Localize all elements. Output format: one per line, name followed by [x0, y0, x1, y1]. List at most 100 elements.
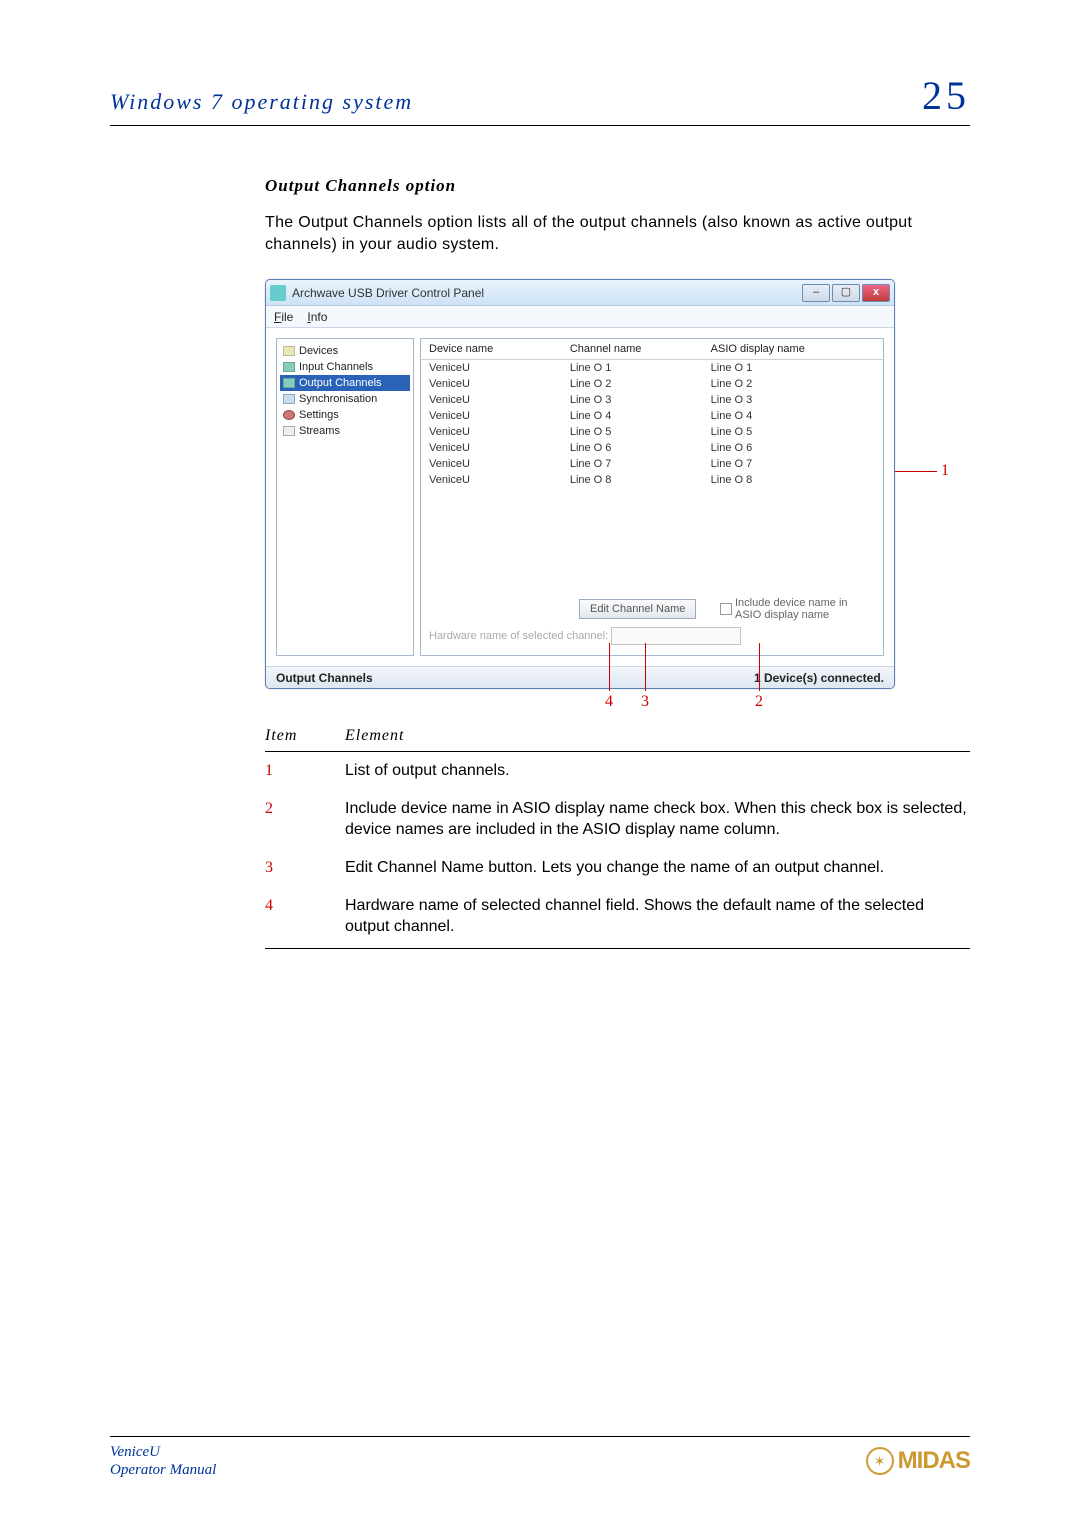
status-left: Output Channels [276, 671, 373, 685]
item-description: Hardware name of selected channel field.… [345, 887, 970, 949]
cell-asio: Line O 1 [711, 362, 875, 374]
th-item: Item [265, 723, 345, 752]
input-channels-icon [283, 362, 295, 372]
statusbar: Output Channels 1 Device(s) connected. [266, 666, 894, 688]
list-row[interactable]: VeniceULine O 8Line O 8 [421, 472, 883, 488]
intro-paragraph: The Output Channels option lists all of … [265, 212, 970, 255]
minimize-button[interactable]: – [802, 284, 830, 302]
tree-label: Devices [299, 345, 338, 357]
include-device-name-checkbox[interactable]: Include device name in ASIO display name [720, 597, 875, 621]
window-title: Archwave USB Driver Control Panel [292, 286, 802, 300]
tree-synchronisation[interactable]: Synchronisation [280, 391, 410, 407]
cell-channel: Line O 4 [570, 410, 711, 422]
nav-tree: Devices Input Channels Output Channels S… [276, 338, 414, 656]
sync-icon [283, 394, 295, 404]
tree-label: Settings [299, 409, 339, 421]
item-description: Include device name in ASIO display name… [345, 790, 970, 849]
cell-channel: Line O 6 [570, 442, 711, 454]
cell-channel: Line O 5 [570, 426, 711, 438]
cell-channel: Line O 7 [570, 458, 711, 470]
checkbox-icon [720, 603, 732, 615]
cell-channel: Line O 3 [570, 394, 711, 406]
cell-asio: Line O 3 [711, 394, 875, 406]
close-button[interactable]: x [862, 284, 890, 302]
settings-icon [283, 410, 295, 420]
list-row[interactable]: VeniceULine O 5Line O 5 [421, 424, 883, 440]
cell-channel: Line O 8 [570, 474, 711, 486]
cell-asio: Line O 6 [711, 442, 875, 454]
footer-subtitle: Operator Manual [110, 1461, 216, 1479]
callout-number-2: 2 [755, 693, 763, 711]
callout-line-2 [759, 643, 760, 691]
cell-asio: Line O 7 [711, 458, 875, 470]
table-row: 4Hardware name of selected channel field… [265, 887, 970, 949]
col-channel-name[interactable]: Channel name [570, 343, 711, 355]
cell-device: VeniceU [429, 474, 570, 486]
status-right: 1 Device(s) connected. [754, 671, 884, 685]
hw-name-field[interactable] [611, 627, 741, 645]
cell-channel: Line O 1 [570, 362, 711, 374]
tree-settings[interactable]: Settings [280, 407, 410, 423]
channel-list-pane: Device name Channel name ASIO display na… [420, 338, 884, 656]
cell-device: VeniceU [429, 394, 570, 406]
header-title: Windows 7 operating system [110, 89, 413, 115]
item-description: Edit Channel Name button. Lets you chang… [345, 849, 970, 887]
list-header: Device name Channel name ASIO display na… [421, 339, 883, 360]
item-number: 2 [265, 790, 345, 849]
tree-label: Input Channels [299, 361, 373, 373]
cell-asio: Line O 2 [711, 378, 875, 390]
tree-streams[interactable]: Streams [280, 423, 410, 439]
edit-channel-name-button[interactable]: Edit Channel Name [579, 599, 696, 619]
menu-file[interactable]: File [274, 310, 293, 324]
item-number: 3 [265, 849, 345, 887]
tree-output-channels[interactable]: Output Channels [280, 375, 410, 391]
maximize-button[interactable]: ▢ [832, 284, 860, 302]
list-row[interactable]: VeniceULine O 4Line O 4 [421, 408, 883, 424]
cell-asio: Line O 5 [711, 426, 875, 438]
midas-logo: ✶ MIDAS [866, 1447, 970, 1475]
tree-input-channels[interactable]: Input Channels [280, 359, 410, 375]
list-row[interactable]: VeniceULine O 2Line O 2 [421, 376, 883, 392]
page-number: 25 [922, 72, 970, 119]
callout-line-4 [609, 643, 610, 691]
app-icon [270, 285, 286, 301]
page-footer: VeniceU Operator Manual ✶ MIDAS [110, 1436, 970, 1479]
list-row[interactable]: VeniceULine O 1Line O 1 [421, 360, 883, 376]
logo-text: MIDAS [898, 1447, 970, 1475]
col-device-name[interactable]: Device name [429, 343, 570, 355]
cell-device: VeniceU [429, 442, 570, 454]
callout-line-3 [645, 643, 646, 691]
table-row: 1List of output channels. [265, 752, 970, 790]
callout-number-1: 1 [941, 462, 949, 480]
app-window: Archwave USB Driver Control Panel – ▢ x … [265, 279, 895, 689]
menu-info[interactable]: Info [307, 310, 327, 324]
cell-channel: Line O 2 [570, 378, 711, 390]
item-number: 1 [265, 752, 345, 790]
callout-number-3: 3 [641, 693, 649, 711]
logo-icon: ✶ [866, 1447, 894, 1475]
table-row: 2Include device name in ASIO display nam… [265, 790, 970, 849]
cell-device: VeniceU [429, 362, 570, 374]
list-row[interactable]: VeniceULine O 7Line O 7 [421, 456, 883, 472]
table-row: 3Edit Channel Name button. Lets you chan… [265, 849, 970, 887]
checkbox-label: Include device name in ASIO display name [735, 597, 875, 621]
page-header: Windows 7 operating system 25 [110, 72, 970, 126]
hw-name-label: Hardware name of selected channel: [429, 630, 608, 642]
list-row[interactable]: VeniceULine O 6Line O 6 [421, 440, 883, 456]
list-row[interactable]: VeniceULine O 3Line O 3 [421, 392, 883, 408]
tree-label: Synchronisation [299, 393, 377, 405]
tree-label: Streams [299, 425, 340, 437]
cell-asio: Line O 4 [711, 410, 875, 422]
col-asio-name[interactable]: ASIO display name [711, 343, 875, 355]
cell-asio: Line O 8 [711, 474, 875, 486]
item-number: 4 [265, 887, 345, 949]
streams-icon [283, 426, 295, 436]
menubar: File Info [266, 306, 894, 328]
section-heading: Output Channels option [265, 176, 970, 196]
elements-table: Item Element 1List of output channels.2I… [265, 723, 970, 949]
callout-number-4: 4 [605, 693, 613, 711]
output-channels-icon [283, 378, 295, 388]
tree-label: Output Channels [299, 377, 382, 389]
devices-icon [283, 346, 295, 356]
tree-devices[interactable]: Devices [280, 343, 410, 359]
